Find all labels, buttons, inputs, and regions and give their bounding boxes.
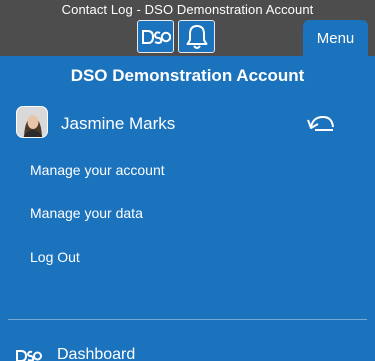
account-name: DSO Demonstration Account [70,66,305,85]
back-arrow-icon[interactable] [305,111,337,135]
manage-data-link[interactable]: Manage your data [30,205,143,221]
menu-tab[interactable]: Menu [303,20,368,56]
bell-icon [186,24,207,49]
user-photo-icon [17,107,47,137]
manage-account-link[interactable]: Manage your account [30,162,165,178]
top-bar: Contact Log - DSO Demonstration Account … [0,0,375,56]
dso-logo-icon [141,29,171,44]
avatar[interactable] [16,106,48,138]
user-name: Jasmine Marks [61,114,176,133]
dso-logo-icon [16,350,42,361]
app-title: Contact Log - DSO Demonstration Account [61,2,314,17]
nav-dashboard[interactable]: Dashboard [57,346,135,361]
menu-divider [8,319,367,320]
notifications-button[interactable] [178,20,215,53]
dso-logo-button[interactable] [137,20,174,53]
log-out-link[interactable]: Log Out [30,249,80,265]
